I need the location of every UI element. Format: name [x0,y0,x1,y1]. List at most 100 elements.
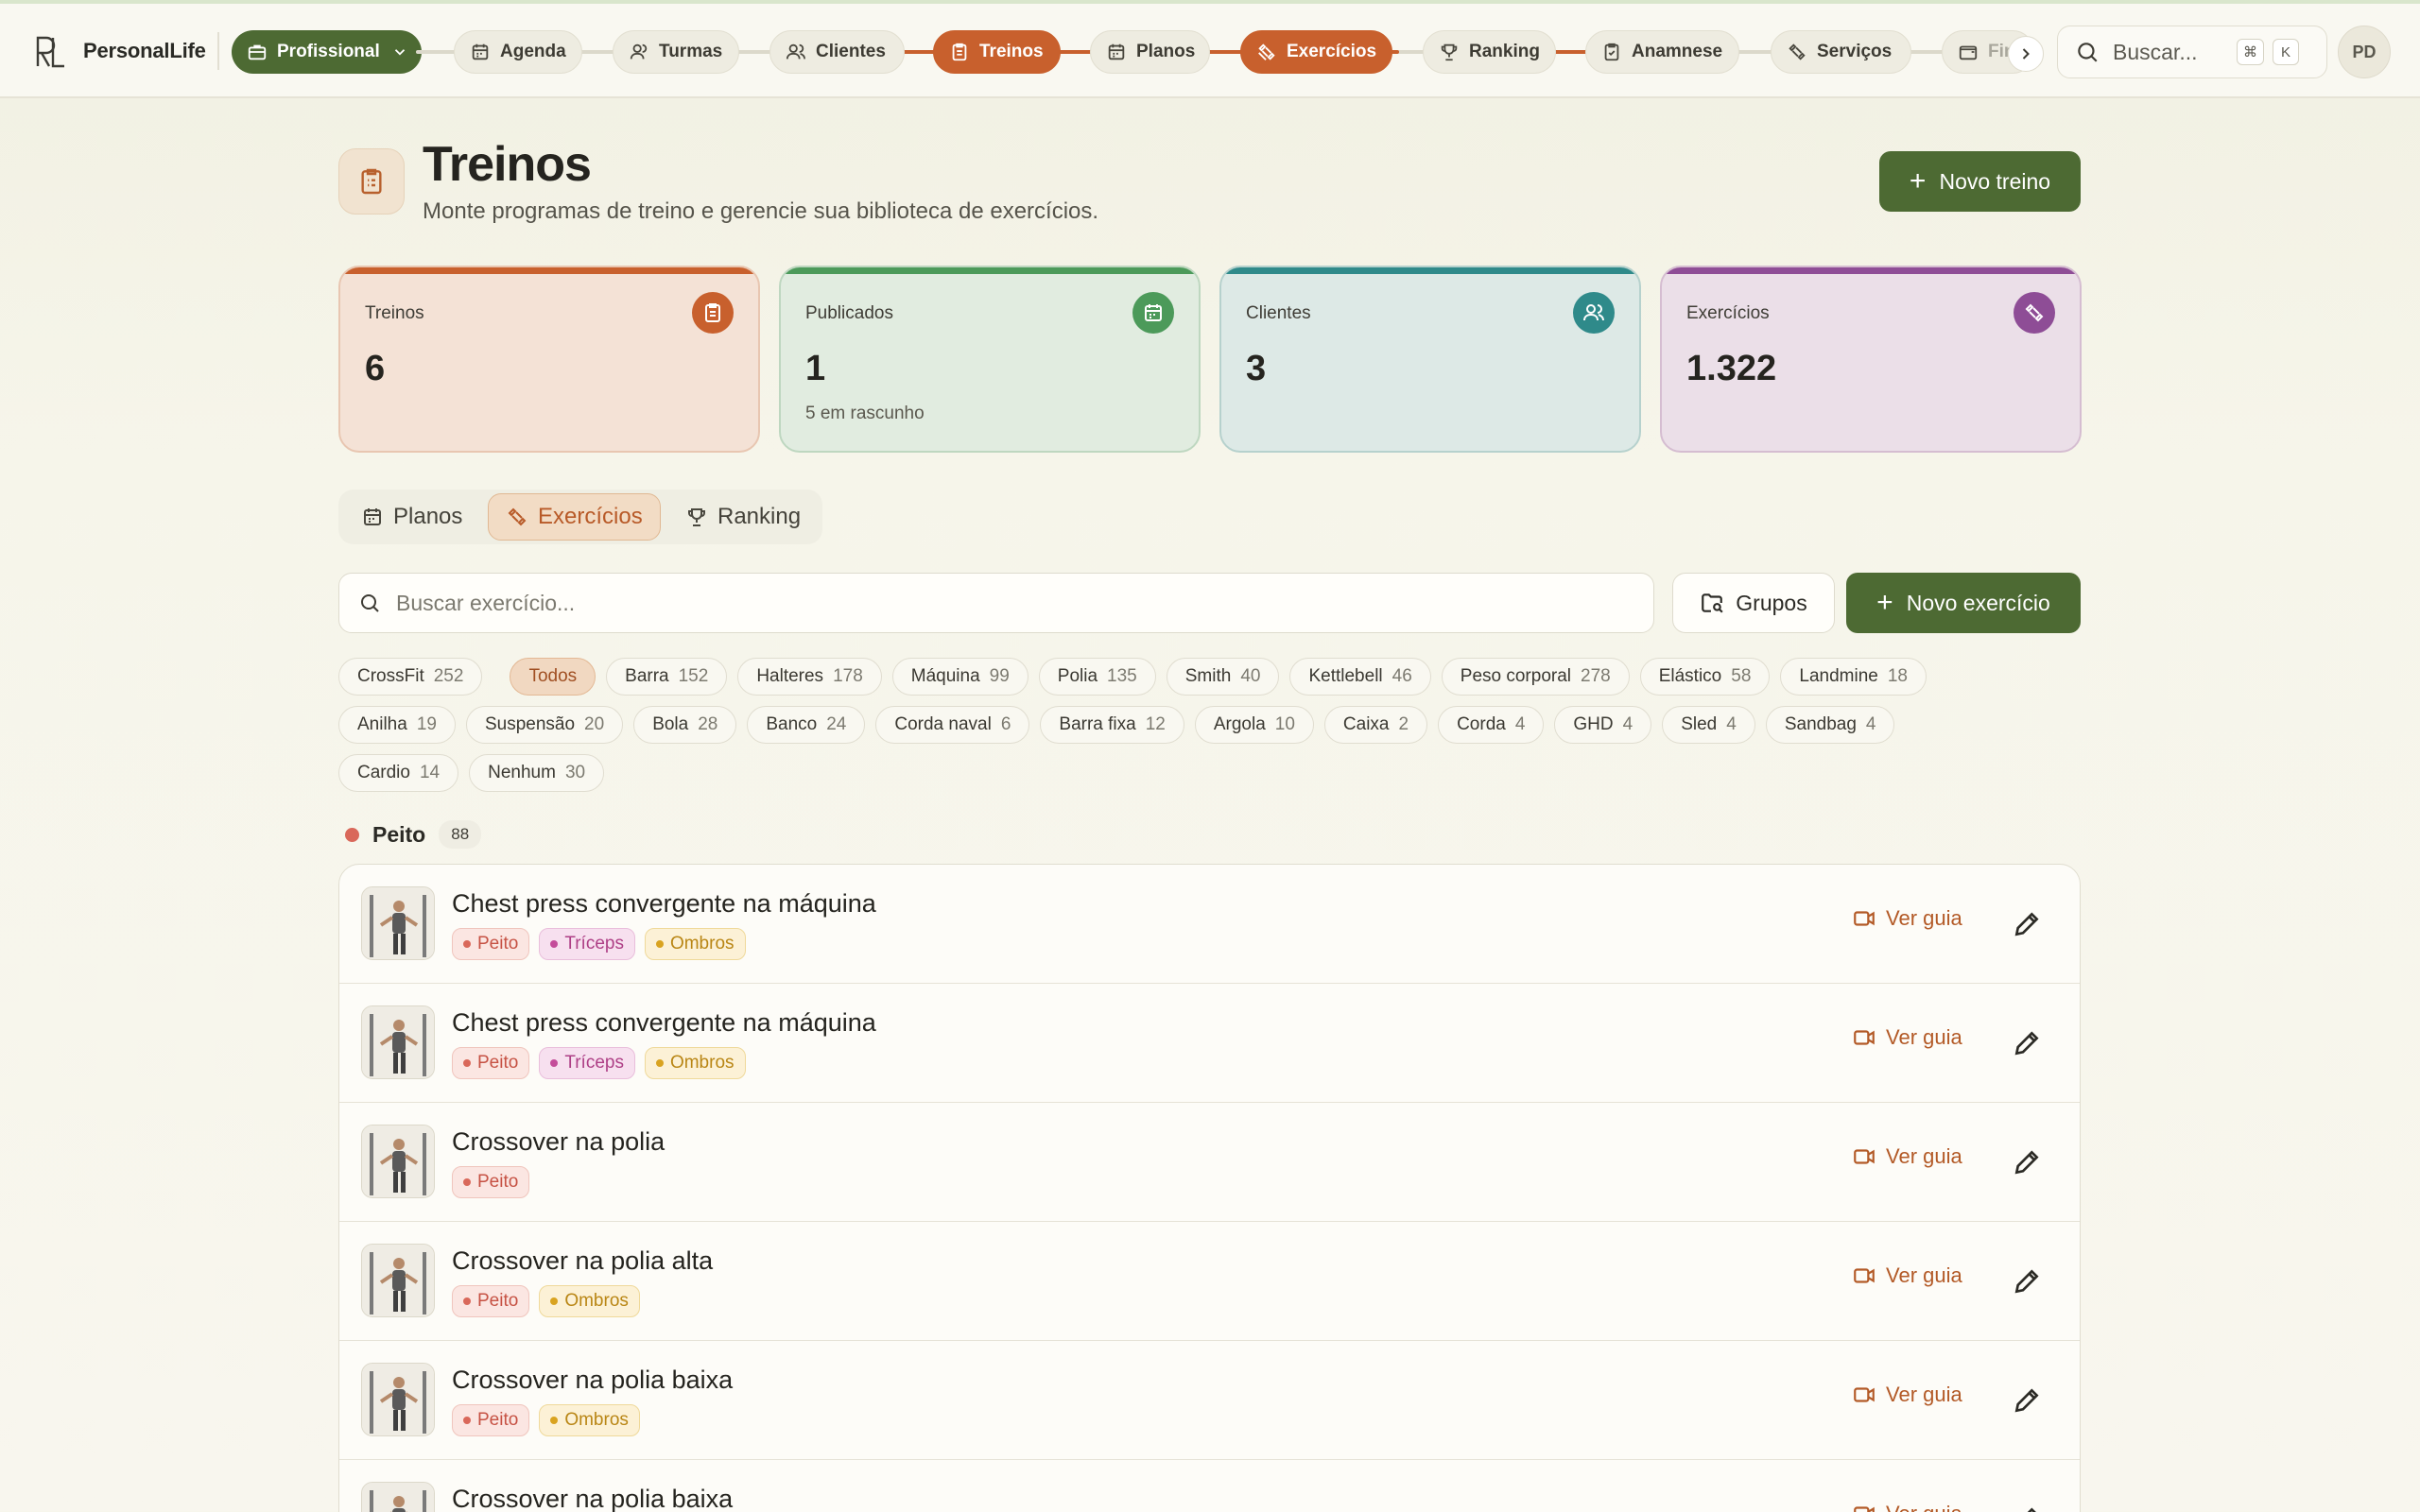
muscle-tag-label: Peito [477,1291,519,1311]
new-exercise-button[interactable]: + Novo exercício [1846,573,2081,633]
calendar-icon [1108,43,1125,60]
filter-chip-corda-naval[interactable]: Corda naval 6 [875,706,1030,744]
edit-pencil-icon[interactable] [2012,909,2042,939]
nav-item-clientes[interactable]: Clientes [769,30,905,74]
nav-item-agenda[interactable]: Agenda [454,30,582,74]
exercise-search-input[interactable] [396,590,1530,616]
user-avatar[interactable]: PD [2338,26,2391,78]
users-icon [1573,292,1615,334]
exercise-row[interactable]: Crossover na polia baixa Peito Ombros Ver g… [339,1341,2080,1460]
tag-dot [550,1297,559,1305]
filter-chip-suspensao[interactable]: Suspensão 20 [465,706,624,744]
tab-planos[interactable]: Planos [338,493,480,541]
tab-ranking[interactable]: Ranking [663,493,814,541]
nav-item-turmas[interactable]: Turmas [613,30,739,74]
muscle-group-header[interactable]: Peito 88 [345,820,482,849]
edit-pencil-icon[interactable] [2012,1385,2042,1416]
nav-label: Serviços [1817,42,1893,61]
filter-chip-peso-corporal[interactable]: Peso corporal 278 [1441,658,1630,696]
filter-chip-landmine[interactable]: Landmine 18 [1780,658,1927,696]
filter-chip-label: Corda [1457,714,1506,734]
tab-label: Ranking [717,504,802,529]
filter-chip-ghd[interactable]: GHD 4 [1554,706,1652,744]
dumbbell-icon [1789,43,1806,60]
filter-chip-cardio[interactable]: Cardio 14 [338,754,459,792]
filter-chip-nenhum[interactable]: Nenhum 30 [469,754,605,792]
filter-row: Anilha 19 Suspensão 20 Bola 28 Banco 24 Corda na… [338,706,1895,744]
stat-accent-bar [1221,267,1639,274]
view-guide-link[interactable]: Ver guia [1852,1025,1962,1050]
filter-chip-smith[interactable]: Smith 40 [1166,658,1280,696]
filter-chip-todos[interactable]: Todos [510,658,596,696]
exercise-row[interactable]: Chest press convergente na máquina Peito T… [339,865,2080,984]
view-guide-label: Ver guia [1886,1502,1962,1512]
filter-chip-halteres[interactable]: Halteres 178 [737,658,882,696]
stat-value: 6 [365,349,386,388]
filter-chip-barra-fixa[interactable]: Barra fixa 12 [1040,706,1184,744]
video-icon [1854,1506,1875,1512]
edit-pencil-icon[interactable] [2012,1147,2042,1177]
filter-chip-count: 14 [419,763,441,782]
exercise-thumbnail [361,886,435,960]
muscle-tag: Peito [452,1285,530,1317]
filter-chip-banco[interactable]: Banco 24 [747,706,866,744]
filter-chip-crossfit[interactable]: CrossFit 252 [338,658,483,696]
filter-chip-argola[interactable]: Argola 10 [1194,706,1314,744]
exercise-row[interactable]: Crossover na polia Peito Ver guia [339,1103,2080,1222]
exercise-row[interactable]: Chest press convergente na máquina Peito T… [339,984,2080,1103]
stat-label: Clientes [1246,303,1311,323]
tag-dot [655,940,664,948]
filter-chip-anilha[interactable]: Anilha 19 [338,706,456,744]
tag-dot [655,1059,664,1067]
muscle-tag-label: Peito [477,1410,519,1430]
filter-chip-barra[interactable]: Barra 152 [606,658,728,696]
filter-chip-maquina[interactable]: Máquina 99 [891,658,1028,696]
exercise-search [338,573,1654,633]
chevron-down-icon [394,49,405,56]
search-icon [2078,43,2098,62]
exercise-row[interactable]: Crossover na polia baixa Ver guia [339,1460,2080,1512]
filter-chip-count: 24 [826,714,847,734]
view-guide-link[interactable]: Ver guia [1852,1144,1962,1169]
nav-item-servicos[interactable]: Serviços [1771,30,1911,74]
nav-item-anamnese[interactable]: Anamnese [1585,30,1739,74]
nav-item-exercicios[interactable]: Exercícios [1240,30,1392,74]
edit-pencil-icon[interactable] [2012,1504,2042,1512]
edit-pencil-icon[interactable] [2012,1266,2042,1297]
dumbbell-icon [2014,292,2055,334]
nav-scroll-right-button[interactable] [2008,36,2044,72]
video-icon [1854,1387,1875,1402]
muscle-tag-label: Ombros [564,1291,629,1311]
filter-chip-bola[interactable]: Bola 28 [633,706,737,744]
filter-chip-corda[interactable]: Corda 4 [1438,706,1545,744]
groups-button[interactable]: Grupos [1672,573,1835,633]
view-guide-link[interactable]: Ver guia [1852,1263,1962,1288]
tab-exercicios[interactable]: Exercícios [488,493,661,541]
nav-item-treinos[interactable]: Treinos [933,30,1061,74]
filter-chip-sandbag[interactable]: Sandbag 4 [1765,706,1895,744]
exercise-row[interactable]: Crossover na polia alta Peito Ombros Ver gu… [339,1222,2080,1341]
filter-chip-polia[interactable]: Polia 135 [1038,658,1156,696]
workspace-switcher[interactable]: Profissional [232,30,422,74]
view-guide-link[interactable]: Ver guia [1852,906,1962,931]
calendar-icon [1132,292,1174,334]
brand[interactable]: PersonalLife [32,30,206,72]
filter-chip-count: 178 [833,666,863,686]
filter-chip-caixa[interactable]: Caixa 2 [1323,706,1428,744]
nav-item-ranking[interactable]: Ranking [1423,30,1556,74]
edit-pencil-icon[interactable] [2012,1028,2042,1058]
view-guide-link[interactable]: Ver guia [1852,1502,1962,1512]
filter-chip-sled[interactable]: Sled 4 [1662,706,1755,744]
filter-chip-label: Smith [1184,666,1232,686]
filter-row: Cardio 14 Nenhum 30 [338,754,1662,792]
nav-item-planos[interactable]: Planos [1090,30,1210,74]
filter-chip-count: 4 [1514,714,1526,734]
view-guide-link[interactable]: Ver guia [1852,1383,1962,1407]
filter-chip-elastico[interactable]: Elástico 58 [1639,658,1771,696]
new-workout-button[interactable]: + Novo treino [1879,151,2081,212]
filter-chip-kettlebell[interactable]: Kettlebell 46 [1289,658,1431,696]
view-guide-label: Ver guia [1886,1144,1962,1168]
muscle-tag-label: Ombros [669,934,735,954]
groups-label: Grupos [1736,590,1807,615]
global-search[interactable]: Buscar... ⌘ K [2057,26,2327,78]
